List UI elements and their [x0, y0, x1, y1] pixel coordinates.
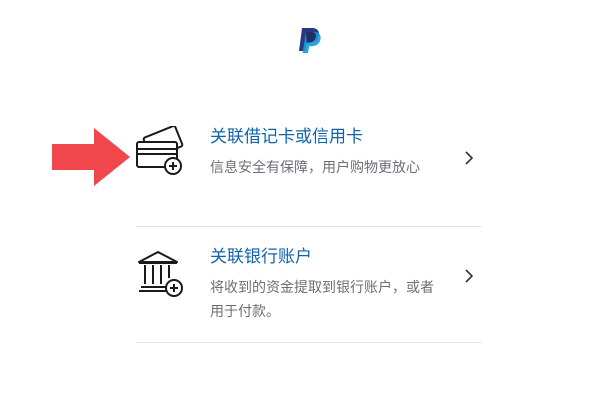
red-arrow-right-icon [52, 128, 130, 186]
card-add-icon [136, 125, 186, 176]
link-card-description: 信息安全有保障，用户购物更放心 [210, 160, 420, 176]
paypal-logo-icon [293, 24, 325, 56]
bank-add-icon [136, 250, 186, 300]
link-bank-title[interactable]: 关联银行账户 [210, 244, 446, 270]
link-card-title[interactable]: 关联借记卡或信用卡 [210, 124, 446, 150]
link-card-text: 关联借记卡或信用卡 信息安全有保障，用户购物更放心 [210, 124, 446, 180]
link-bank-text: 关联银行账户 将收到的资金提取到银行账户，或者用于付款。 [210, 244, 446, 324]
chevron-right-icon[interactable] [464, 150, 474, 165]
chevron-right-icon[interactable] [464, 268, 474, 283]
link-card-option[interactable]: 关联借记卡或信用卡 信息安全有保障，用户购物更放心 [136, 110, 482, 227]
link-payment-page: 关联借记卡或信用卡 信息安全有保障，用户购物更放心 关联银行账户 将收到的资金提… [0, 0, 600, 400]
link-bank-description: 将收到的资金提取到银行账户，或者用于付款。 [210, 280, 434, 320]
link-bank-option[interactable]: 关联银行账户 将收到的资金提取到银行账户，或者用于付款。 [136, 226, 482, 343]
